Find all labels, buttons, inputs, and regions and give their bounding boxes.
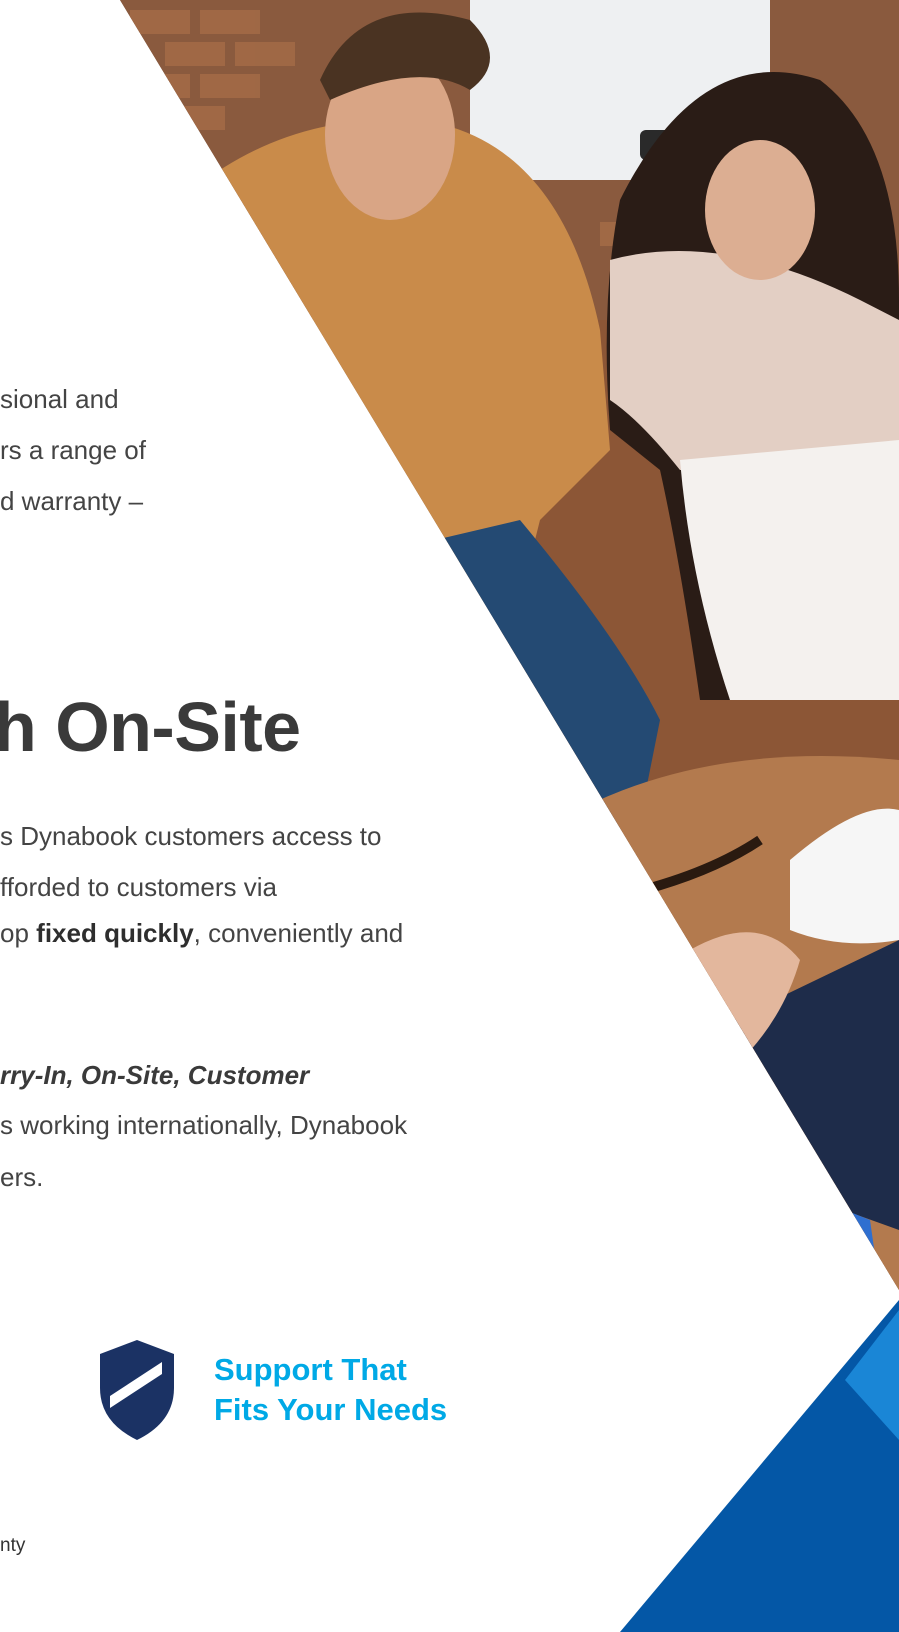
shield-check-icon <box>100 1340 174 1440</box>
paragraph-line-3-prefix: op <box>0 918 37 948</box>
services-line-3: ers. <box>0 1162 44 1192</box>
services-italic-line: rry-In, On-Site, Customer <box>0 1060 310 1090</box>
intro-line-1: sional and <box>0 384 119 414</box>
intro-line-3: d warranty – <box>0 486 144 516</box>
paragraph-line-1: s Dynabook customers access to <box>0 821 382 851</box>
paragraph-line-3: op fixed quickly, conveniently and <box>0 918 403 948</box>
badge-line-2: Fits Your Needs <box>214 1392 448 1427</box>
section-heading: h On-Site <box>0 688 301 766</box>
badge-line-1: Support That <box>214 1352 407 1387</box>
paragraph-line-3-suffix: , conveniently and <box>193 918 404 948</box>
footnote: nty <box>0 1535 26 1556</box>
services-line-2: s working internationally, Dynabook <box>0 1110 408 1140</box>
paragraph-line-2: fforded to customers via <box>0 872 277 902</box>
intro-line-2: rs a range of <box>0 435 146 465</box>
paragraph-line-3-bold: fixed quickly <box>36 918 194 948</box>
